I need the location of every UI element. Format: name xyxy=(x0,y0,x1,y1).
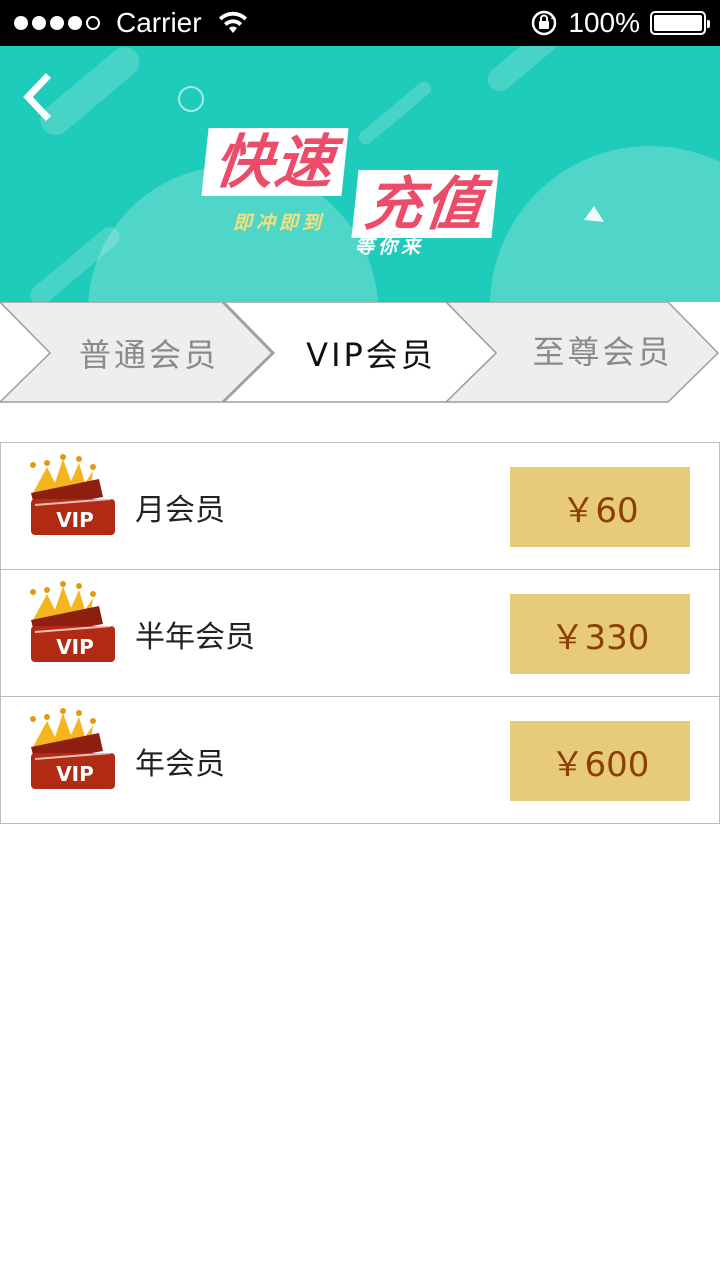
status-right: 100% xyxy=(530,7,710,39)
banner-title: 快速 充值 即冲即到 等你来 xyxy=(201,128,515,298)
svg-text:VIP: VIP xyxy=(56,762,94,786)
list-item: VIP 月会员 ￥60 xyxy=(0,443,720,570)
svg-text:VIP: VIP xyxy=(56,635,94,659)
status-bar: Carrier 100% xyxy=(0,0,720,46)
price-button[interactable]: ￥600 xyxy=(510,721,690,801)
carrier-name: Carrier xyxy=(116,7,202,38)
tab-supreme-member[interactable]: 至尊会员 xyxy=(490,302,715,398)
plan-name: 月会员 xyxy=(135,492,225,528)
signal-strength-icon xyxy=(14,16,100,30)
plan-list: VIP 月会员 ￥60 VIP 半年会员 ￥330 VIP 年会员 ￥600 xyxy=(0,442,720,824)
vip-crown-icon: VIP xyxy=(30,708,115,789)
banner-triangle-decoration xyxy=(584,206,604,222)
wifi-icon xyxy=(218,11,247,33)
plan-name: 年会员 xyxy=(135,746,225,782)
tab-vip-member[interactable]: VIP会员 xyxy=(266,302,476,404)
battery-percent: 100% xyxy=(568,7,640,38)
battery-icon xyxy=(650,11,710,35)
list-item: VIP 半年会员 ￥330 xyxy=(0,570,720,697)
price-button[interactable]: ￥60 xyxy=(510,467,690,547)
banner-title-line1: 快速 xyxy=(201,128,349,196)
banner-decoration xyxy=(490,146,720,302)
vip-crown-icon: VIP xyxy=(30,454,115,535)
chevron-left-icon xyxy=(23,73,51,121)
banner-circle-decoration xyxy=(178,86,204,112)
banner-title-line2: 充值 xyxy=(351,170,499,238)
vip-crown-icon: VIP xyxy=(30,581,115,662)
price-button[interactable]: ￥330 xyxy=(510,594,690,674)
banner-subtitle-1: 即冲即到 xyxy=(233,212,326,234)
membership-tabs: 普通会员 VIP会员 至尊会员 xyxy=(0,302,720,404)
svg-text:VIP: VIP xyxy=(56,508,94,532)
tab-regular-member[interactable]: 普通会员 xyxy=(44,302,254,404)
banner-subtitle-2: 等你来 xyxy=(355,236,425,258)
recharge-banner: 快速 充值 即冲即到 等你来 xyxy=(0,46,720,302)
list-item: VIP 年会员 ￥600 xyxy=(0,697,720,824)
status-left: Carrier xyxy=(14,7,248,39)
banner-decoration xyxy=(482,46,568,97)
plan-name: 半年会员 xyxy=(135,619,255,655)
back-button[interactable] xyxy=(16,72,66,122)
orientation-lock-icon xyxy=(532,10,557,36)
